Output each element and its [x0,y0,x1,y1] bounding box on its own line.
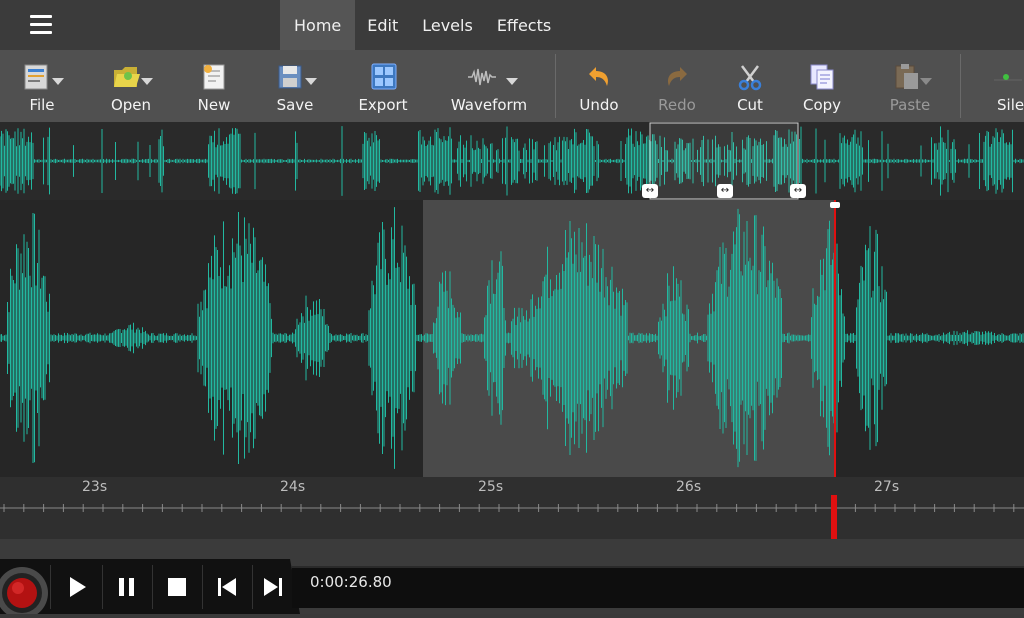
export-button[interactable]: Export [358,50,408,122]
save-button[interactable]: Save [272,50,318,122]
silence-icon [992,62,1024,92]
selection-start-handle[interactable]: ↔ [642,184,658,198]
pause-button[interactable] [102,559,152,614]
cut-label: Cut [737,96,763,114]
skip-forward-button[interactable] [248,559,298,614]
copy-button[interactable]: Copy [802,50,842,122]
overview-waveform[interactable]: ↔ ↔ ↔ [0,122,1024,200]
undo-icon [579,62,619,92]
record-icon [0,567,48,618]
time-readout: 0:00:26.80 [310,573,392,591]
main-waveform[interactable] [0,200,1024,477]
paste-icon [890,62,932,92]
tab-edit[interactable]: Edit [355,0,410,50]
toolbar-separator [555,54,556,118]
main-waveform-graphic [0,207,1024,469]
timeline-ticks [0,504,1024,512]
file-button[interactable]: File [18,50,66,122]
tab-home[interactable]: Home [280,0,356,50]
open-label: Open [110,96,152,114]
export-icon [363,62,403,92]
open-button[interactable]: Open [108,50,154,122]
open-folder-icon [111,62,153,92]
stop-icon [168,577,186,596]
undo-button[interactable]: Undo [578,50,620,122]
timeline-ruler[interactable]: 23s 24s 25s 26s 27s [0,477,1024,539]
tab-levels[interactable]: Levels [410,0,485,50]
tab-home-label: Home [294,15,342,35]
top-bar: Home Edit Levels Effects [0,0,1024,50]
toolbar-separator [960,54,961,118]
waveform-button[interactable]: Waveform [451,50,527,122]
scissors-icon [730,62,770,92]
cut-button[interactable]: Cut [730,50,770,122]
menu-button[interactable] [0,0,82,50]
time-display: 0:00:26.80 [292,566,1024,608]
new-button[interactable]: New [194,50,234,122]
toolbar: File Open New Save Export Waveform Undo … [0,50,1024,122]
overview-selection [649,122,799,200]
pause-icon [119,577,134,596]
tab-edit-label: Edit [367,15,399,35]
redo-button[interactable]: Redo [656,50,698,122]
tab-effects[interactable]: Effects [485,0,563,50]
tab-levels-label: Levels [422,15,473,35]
selection-mid-handle[interactable]: ↔ [717,184,733,198]
silence-label: Silen [997,96,1024,114]
skip-forward-icon [264,577,282,596]
paste-button[interactable]: Paste [888,50,932,122]
paste-label: Paste [889,96,931,114]
tab-effects-label: Effects [496,15,552,35]
stop-button[interactable] [152,559,202,614]
copy-label: Copy [802,96,842,114]
new-label: New [197,96,231,114]
record-button[interactable] [0,549,52,618]
main-waveform-path [0,207,1024,469]
playhead-top-marker[interactable] [830,202,840,208]
file-label: File [29,96,55,114]
export-label: Export [358,96,408,114]
playhead-timeline-marker[interactable] [831,495,837,539]
waveform-label: Waveform [450,96,528,114]
tab-bar: Home Edit Levels Effects [280,0,563,50]
new-file-icon [194,62,234,92]
selection-end-handle[interactable]: ↔ [790,184,806,198]
playhead-line [834,200,836,477]
play-button[interactable] [52,559,102,614]
save-label: Save [276,96,314,114]
undo-label: Undo [579,96,619,114]
skip-back-button[interactable] [202,559,252,614]
transport-bar: 0:00:26.80 [0,539,1024,618]
copy-icon [802,62,842,92]
play-icon [70,576,86,597]
waveform-icon [464,62,518,92]
silence-button[interactable]: Silen [992,50,1024,122]
transport-divider [50,565,51,609]
file-icon [22,62,64,92]
redo-label: Redo [658,96,696,114]
skip-back-icon [218,577,236,596]
redo-icon [657,62,697,92]
save-disk-icon [275,62,317,92]
